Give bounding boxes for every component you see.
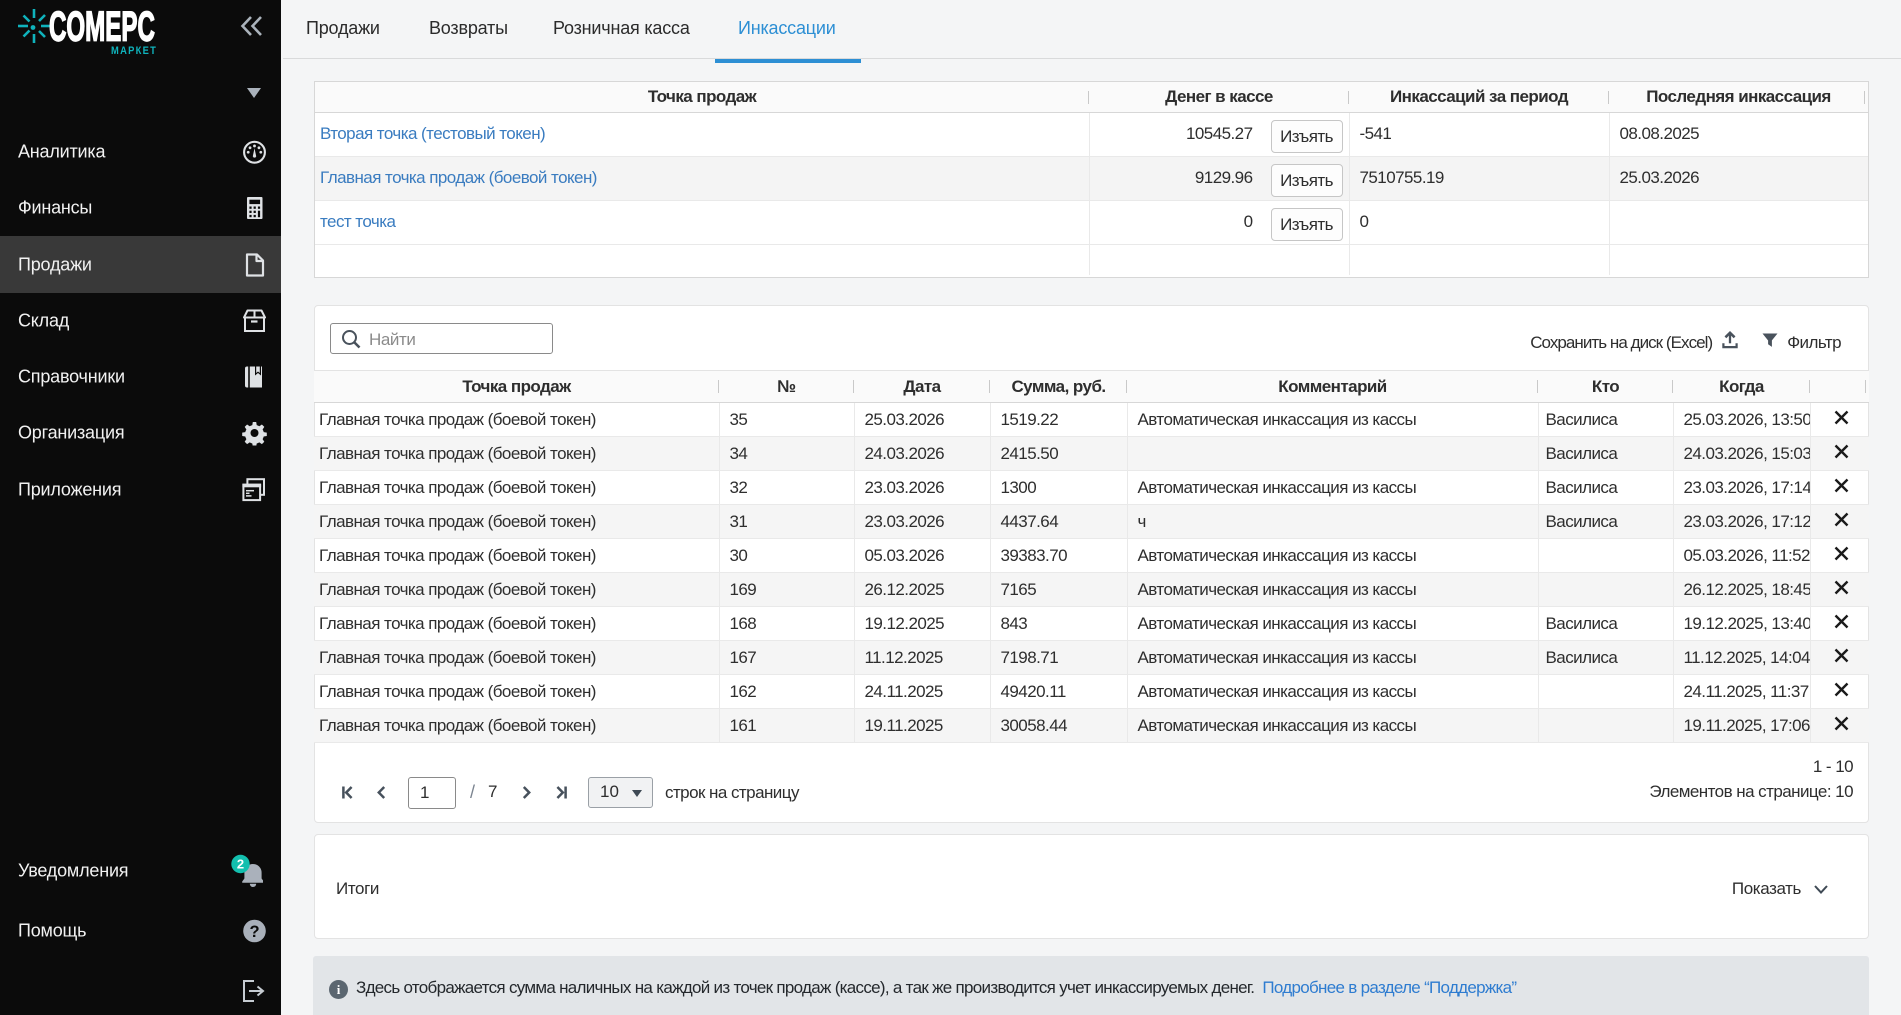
svg-text:2: 2 <box>237 856 244 871</box>
svg-text:?: ? <box>250 922 260 940</box>
